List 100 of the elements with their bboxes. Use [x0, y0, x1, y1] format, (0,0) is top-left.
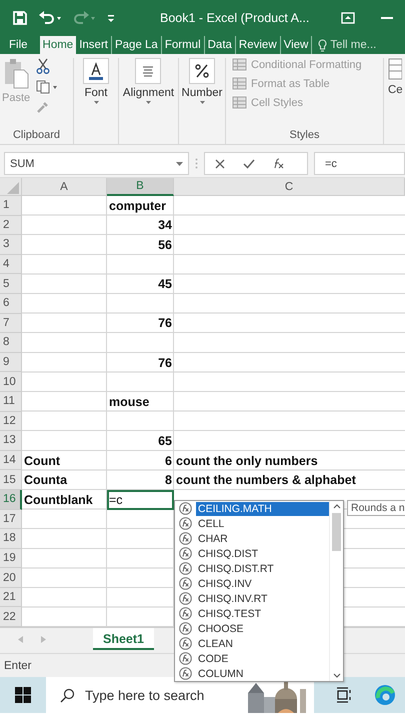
row-header[interactable]: 21 — [0, 588, 22, 608]
row-header[interactable]: 15 — [0, 470, 22, 490]
insert-function-icon[interactable] — [273, 158, 285, 169]
row-header[interactable]: 6 — [0, 294, 22, 314]
ribbon-tab[interactable]: File — [6, 36, 40, 54]
function-icon — [179, 562, 192, 575]
function-icon — [179, 637, 192, 650]
row-header[interactable]: 12 — [0, 412, 22, 432]
ribbon-button[interactable]: Number — [182, 58, 222, 99]
table-cell[interactable]: =c — [107, 490, 174, 510]
ribbon-button[interactable]: Font — [83, 58, 109, 99]
table-cell[interactable]: 56 — [107, 235, 174, 255]
percent-icon — [189, 58, 215, 84]
table-cell-text: Count — [23, 452, 62, 470]
column-header[interactable]: B — [107, 178, 174, 196]
copy-icon[interactable] — [36, 80, 58, 94]
ribbon-button[interactable]: Ce — [388, 84, 403, 96]
ribbon-tab[interactable]: Home — [40, 36, 76, 54]
table-cell[interactable]: 76 — [107, 314, 174, 334]
function-icon — [179, 607, 192, 620]
row-header[interactable]: 5 — [0, 274, 22, 294]
row-header[interactable]: 3 — [0, 235, 22, 255]
dropdown-caret-icon — [176, 162, 183, 166]
column-header[interactable]: C — [174, 178, 405, 196]
function-icon — [179, 532, 192, 545]
table-cell[interactable]: mouse — [107, 392, 174, 412]
cut-icon[interactable] — [36, 58, 50, 74]
row-header[interactable]: 4 — [0, 254, 22, 274]
clipboard-icon — [3, 58, 30, 90]
save-icon[interactable] — [12, 10, 28, 26]
row-header[interactable]: 2 — [0, 216, 22, 236]
function-icon — [179, 592, 192, 605]
function-icon — [179, 517, 192, 530]
function-suggestion[interactable]: CELL — [175, 516, 329, 531]
windows-start-icon[interactable] — [15, 687, 31, 704]
row-header[interactable]: 22 — [0, 607, 22, 628]
table-cell[interactable]: 34 — [107, 216, 174, 236]
sheet-tab[interactable]: Sheet1 — [93, 628, 154, 650]
row-header[interactable]: 11 — [0, 392, 22, 412]
edge-browser-icon[interactable] — [374, 684, 396, 706]
group-label: Styles — [288, 129, 320, 141]
ribbon-display-icon[interactable] — [341, 12, 355, 24]
formula-field[interactable]: =c — [314, 152, 405, 175]
scroll-up-icon[interactable] — [332, 504, 340, 509]
table-cell-text: count the only numbers — [175, 452, 319, 470]
row-header[interactable]: 10 — [0, 372, 22, 392]
task-view-icon[interactable] — [336, 687, 352, 704]
drag-handle-icon[interactable] — [195, 158, 198, 169]
cells-icon — [388, 58, 402, 80]
function-icon — [179, 577, 192, 590]
row-header[interactable]: 13 — [0, 431, 22, 451]
caret-icon — [146, 101, 151, 104]
row-header[interactable]: 18 — [0, 529, 22, 549]
function-suggestion[interactable]: CODE — [175, 651, 329, 666]
scrollbar-thumb[interactable] — [332, 513, 341, 551]
check-icon[interactable] — [243, 158, 255, 168]
row-header[interactable]: 17 — [0, 510, 22, 530]
table-cell[interactable]: 45 — [107, 274, 174, 294]
row-header[interactable]: 7 — [0, 314, 22, 334]
function-suggestion[interactable]: CHISQ.INV — [175, 576, 329, 591]
function-suggestion[interactable]: CHISQ.TEST — [175, 606, 329, 621]
scroll-down-icon[interactable] — [332, 673, 340, 678]
row-header[interactable]: 14 — [0, 450, 22, 470]
status-mode: Enter — [4, 660, 32, 672]
function-suggestion[interactable]: CLEAN — [175, 636, 329, 651]
row-header[interactable]: 19 — [0, 548, 22, 568]
font-color-icon — [83, 58, 109, 84]
row-header[interactable]: 9 — [0, 352, 22, 372]
window-title: Book1 - Excel (Product A... — [160, 11, 310, 25]
caret-icon — [94, 101, 98, 104]
undo-icon[interactable] — [38, 10, 62, 26]
function-icon — [179, 547, 192, 560]
table-style-icon — [232, 96, 248, 110]
table-cell[interactable]: 8 — [107, 470, 174, 490]
cancel-icon[interactable] — [215, 158, 225, 168]
function-suggestion[interactable]: CHISQ.DIST — [175, 546, 329, 561]
table-style-icon — [232, 77, 248, 91]
column-header[interactable]: A — [22, 178, 107, 196]
table-cell[interactable]: 6 — [107, 450, 174, 470]
row-header[interactable]: 1 — [0, 196, 22, 216]
function-suggestion[interactable]: CHOOSE — [175, 621, 329, 636]
row-header[interactable]: 16 — [0, 490, 22, 510]
function-suggestion[interactable]: CHAR — [175, 531, 329, 546]
lightbulb-icon — [318, 38, 328, 52]
caret-icon — [200, 101, 204, 104]
name-box[interactable]: SUM — [4, 152, 189, 175]
table-cell[interactable]: 76 — [107, 352, 174, 372]
ribbon-button[interactable]: Alignment — [122, 58, 174, 99]
table-cell-text: Counta — [23, 472, 68, 490]
function-icon — [179, 652, 192, 665]
row-header[interactable]: 20 — [0, 568, 22, 588]
table-cell[interactable]: computer — [107, 196, 174, 216]
search-icon — [60, 688, 75, 703]
function-suggestion[interactable]: CHISQ.DIST.RT — [175, 561, 329, 576]
table-cell[interactable]: 65 — [107, 431, 174, 451]
row-header[interactable]: 8 — [0, 333, 22, 353]
function-tooltip: Rounds a n — [347, 500, 405, 516]
table-style-icon — [232, 58, 248, 72]
tell-me-field[interactable]: Tell me... — [312, 36, 376, 54]
function-suggestion[interactable]: CHISQ.INV.RT — [175, 591, 329, 606]
